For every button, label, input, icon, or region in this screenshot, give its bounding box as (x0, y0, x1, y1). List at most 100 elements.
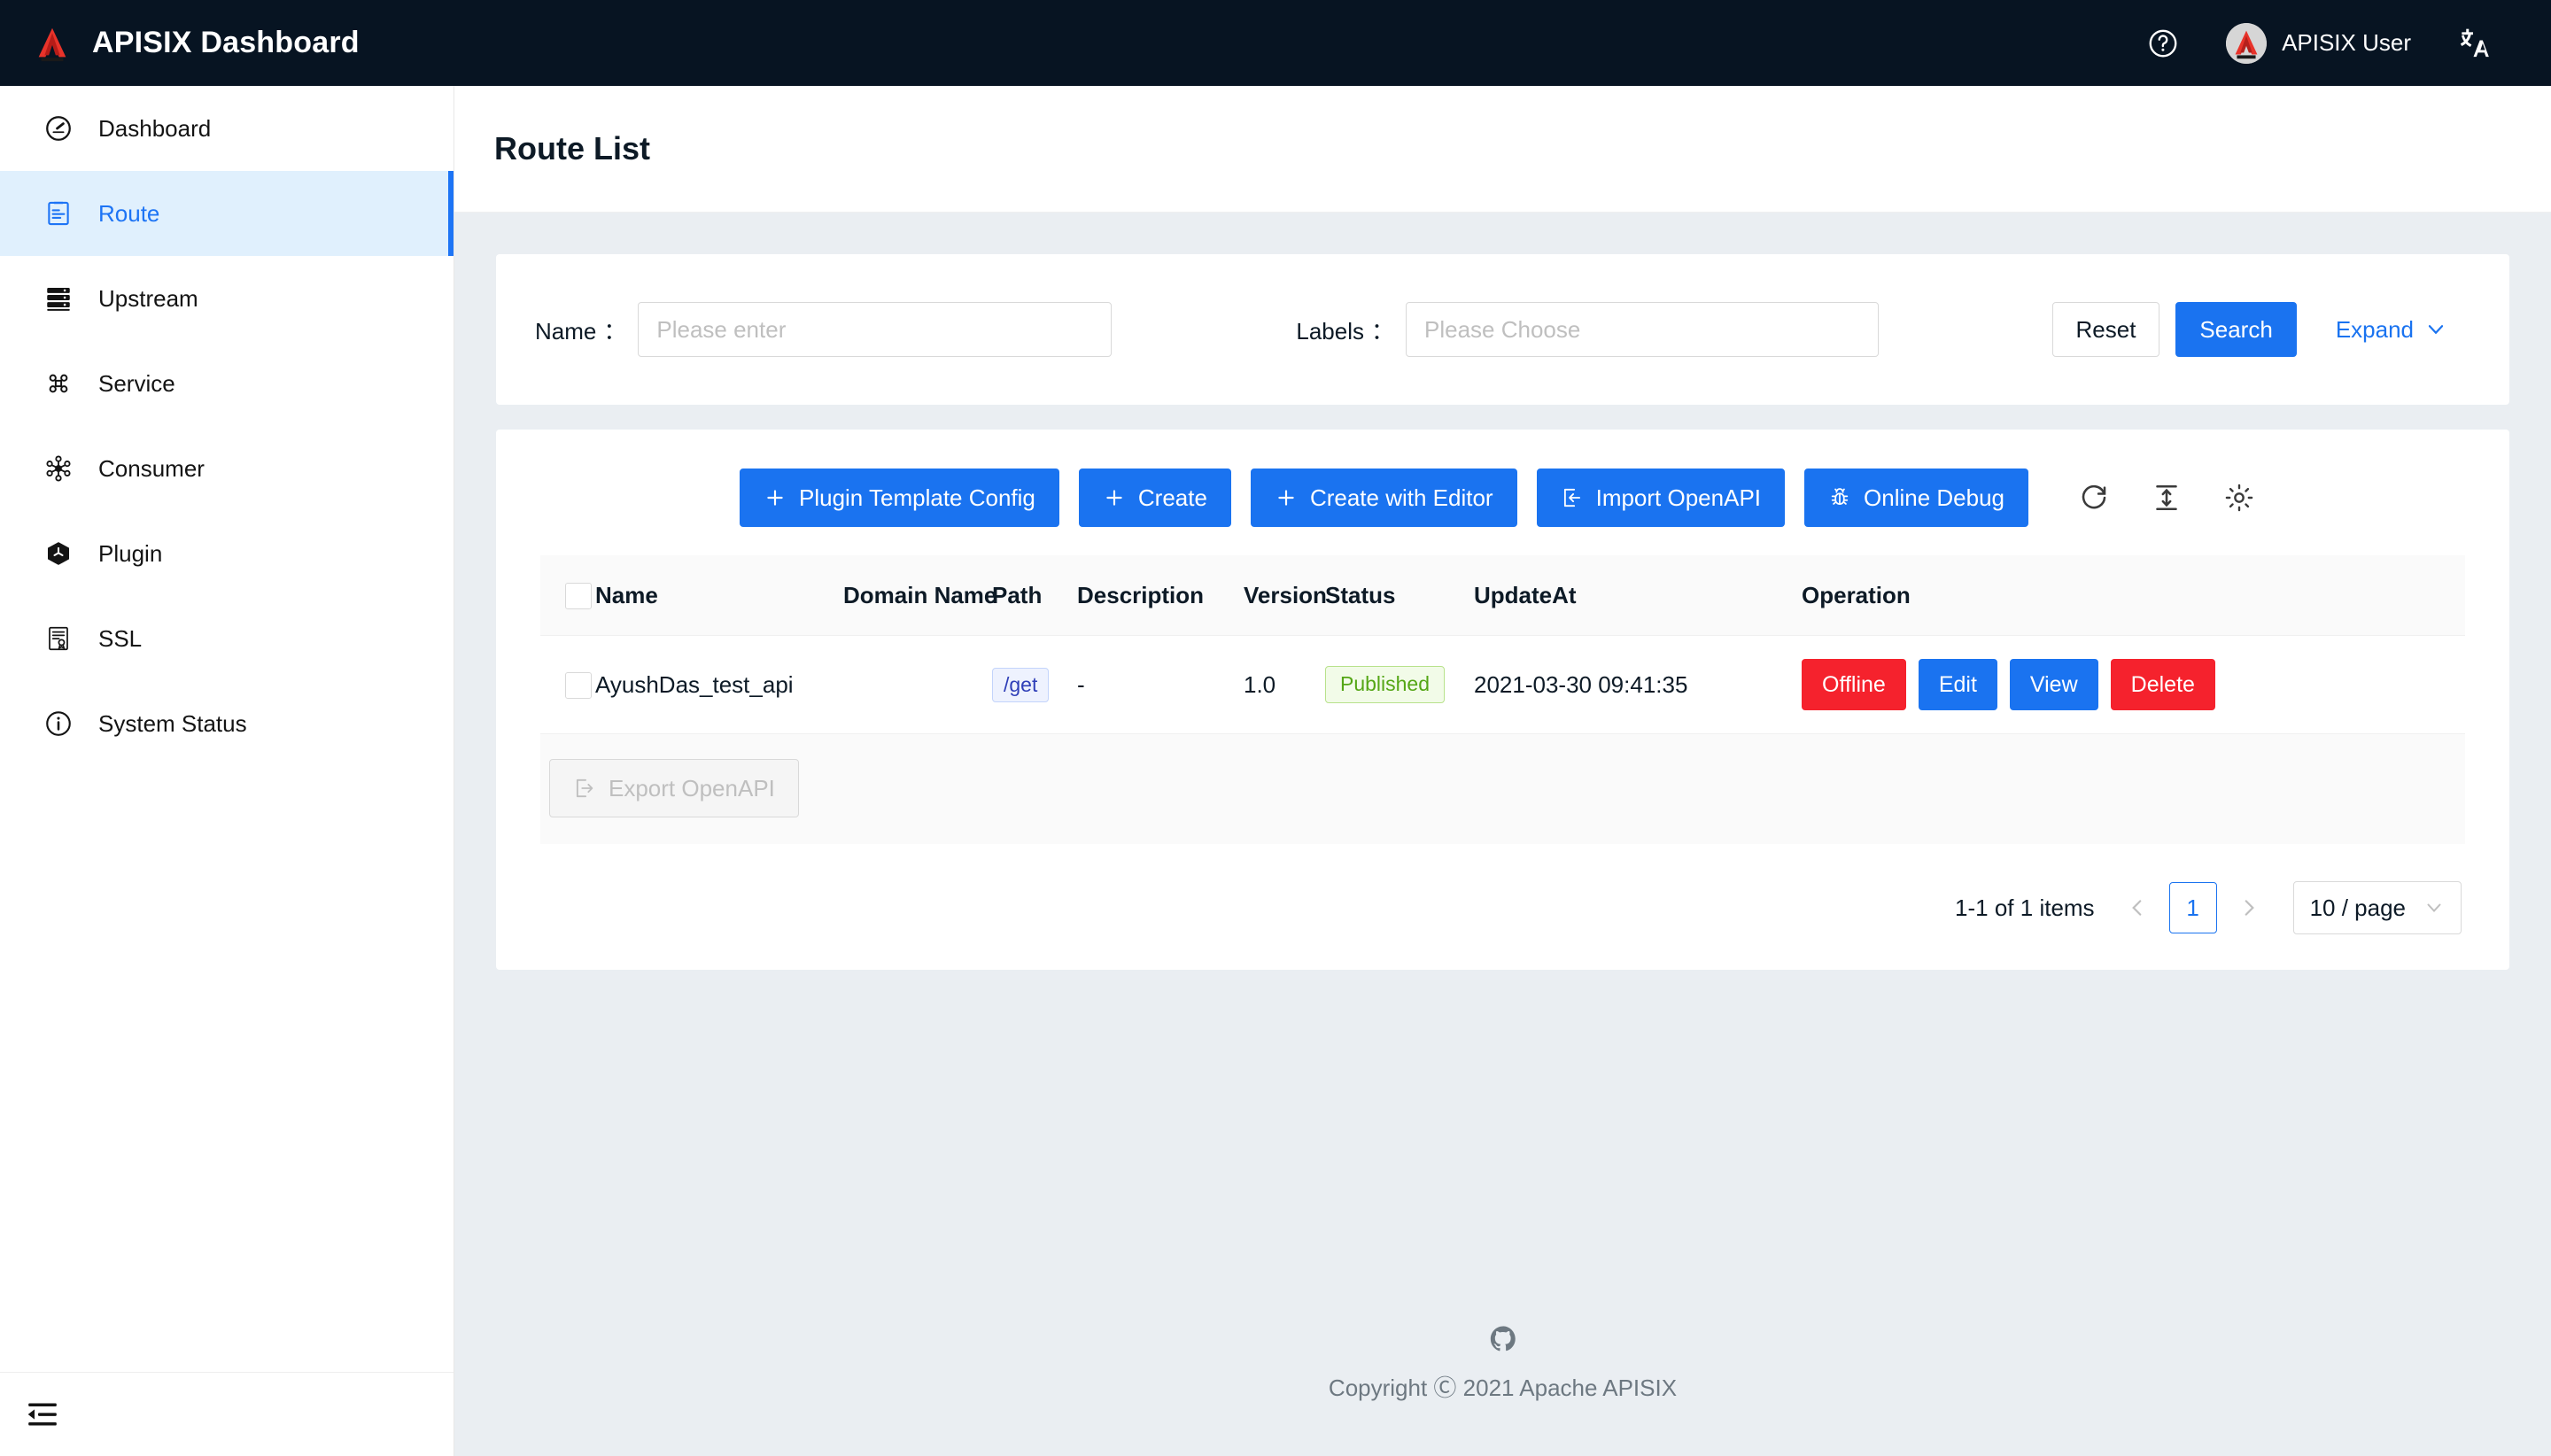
page-number-1[interactable]: 1 (2169, 882, 2217, 933)
view-button[interactable]: View (2010, 659, 2098, 710)
labels-label: Labels： (1296, 314, 1398, 346)
sidebar-item-upstream[interactable]: Upstream (0, 256, 454, 341)
create-with-editor-button[interactable]: Create with Editor (1251, 469, 1517, 527)
route-document-icon (43, 197, 74, 229)
column-header-path: Path (992, 555, 1077, 636)
github-icon[interactable] (1488, 1324, 1518, 1354)
page-size-selector[interactable]: 10 / page (2293, 881, 2462, 934)
sidebar-item-label: Upstream (98, 285, 198, 313)
chevron-right-icon[interactable] (2233, 882, 2265, 933)
button-label: Create (1138, 484, 1207, 512)
column-header-domain-name: Domain Name (843, 555, 992, 636)
cell-operations: Offline Edit View Delete (1802, 636, 2465, 734)
page-footer: Copyright Ⓒ 2021 Apache APISIX (454, 1324, 2551, 1403)
online-debug-button[interactable]: Online Debug (1804, 469, 2028, 527)
chevron-down-icon (2423, 897, 2445, 918)
user-menu[interactable]: APISIX User (2203, 23, 2434, 64)
sidebar-item-label: Route (98, 200, 159, 228)
sidebar-item-system-status[interactable]: System Status (0, 681, 454, 766)
brand[interactable]: APISIX Dashboard (0, 23, 360, 64)
table-footer-bar: Export OpenAPI (540, 734, 2465, 844)
pagination-total: 1-1 of 1 items (1955, 895, 2095, 922)
select-all-checkbox[interactable] (565, 583, 592, 609)
certificate-icon (43, 623, 74, 654)
reset-button[interactable]: Reset (2052, 302, 2160, 357)
menu-fold-icon[interactable] (25, 1397, 60, 1432)
create-button[interactable]: Create (1079, 469, 1231, 527)
plus-icon (1275, 486, 1298, 509)
table-header-row: Name Domain Name Path Description Versio… (540, 555, 2465, 636)
cell-name: AyushDas_test_api (595, 636, 843, 734)
button-label: Create with Editor (1310, 484, 1493, 512)
cell-path: /get (992, 636, 1077, 734)
column-header-status: Status (1325, 555, 1474, 636)
button-label: Import OpenAPI (1596, 484, 1761, 512)
cube-icon (43, 538, 74, 569)
cell-version: 1.0 (1244, 636, 1325, 734)
sidebar-item-label: Consumer (98, 455, 205, 483)
search-labels-input[interactable] (1406, 302, 1879, 357)
sidebar-item-ssl[interactable]: SSL (0, 596, 454, 681)
sidebar-item-service[interactable]: Service (0, 341, 454, 426)
export-icon (573, 777, 596, 800)
plus-icon (764, 486, 787, 509)
pagination: 1-1 of 1 items 1 10 / page (540, 844, 2465, 934)
sidebar-item-label: System Status (98, 710, 247, 738)
column-height-icon[interactable] (2144, 475, 2190, 521)
translate-icon (2457, 26, 2493, 61)
dashboard-gauge-icon (43, 112, 74, 144)
offline-button[interactable]: Offline (1802, 659, 1906, 710)
clover-command-icon (43, 368, 74, 399)
search-actions: Reset Search Expand (2052, 302, 2471, 357)
expand-toggle[interactable]: Expand (2313, 302, 2470, 357)
button-label: Plugin Template Config (799, 484, 1035, 512)
row-checkbox[interactable] (565, 672, 592, 699)
header-actions: APISIX User (2123, 0, 2551, 86)
sidebar-item-dashboard[interactable]: Dashboard (0, 86, 454, 171)
cell-update-at: 2021-03-30 09:41:35 (1474, 636, 1802, 734)
table-toolbar: Plugin Template Config Create (540, 469, 2465, 527)
sidebar-item-plugin[interactable]: Plugin (0, 511, 454, 596)
question-circle-icon (2146, 27, 2180, 60)
sidebar-item-route[interactable]: Route (0, 171, 454, 256)
plugin-template-config-button[interactable]: Plugin Template Config (740, 469, 1059, 527)
status-badge: Published (1325, 666, 1445, 703)
refresh-icon[interactable] (2071, 475, 2117, 521)
info-circle-icon (43, 708, 74, 740)
column-header-description: Description (1077, 555, 1244, 636)
chevron-left-icon[interactable] (2121, 882, 2153, 933)
search-button[interactable]: Search (2175, 302, 2296, 357)
routes-table: Name Domain Name Path Description Versio… (540, 555, 2465, 734)
page-title: Route List (494, 130, 650, 167)
bug-icon (1828, 486, 1851, 509)
button-label: Export OpenAPI (609, 775, 775, 802)
select-all-header (540, 555, 595, 636)
gear-icon[interactable] (2216, 475, 2262, 521)
table-row: AyushDas_test_api /get - 1.0 Published 2… (540, 636, 2465, 734)
chevron-down-icon (2424, 318, 2447, 341)
edit-button[interactable]: Edit (1919, 659, 1997, 710)
column-header-name: Name (595, 555, 843, 636)
labels-field-group: Labels： (1296, 302, 1879, 357)
language-button[interactable] (2434, 0, 2516, 86)
help-button[interactable] (2123, 0, 2203, 86)
page-header: Route List (454, 86, 2551, 213)
cell-description: - (1077, 636, 1244, 734)
main-content: Route List Name： Labels： Reset Search Ex… (454, 86, 2551, 1456)
column-header-update-at: UpdateAt (1474, 555, 1802, 636)
import-openapi-button[interactable]: Import OpenAPI (1537, 469, 1785, 527)
row-select-cell (540, 636, 595, 734)
column-header-version: Version (1244, 555, 1325, 636)
sidebar-item-label: Service (98, 370, 175, 398)
sidebar-footer (0, 1372, 454, 1456)
table-header: Name Domain Name Path Description Versio… (540, 555, 2465, 636)
export-openapi-button[interactable]: Export OpenAPI (549, 759, 799, 817)
delete-button[interactable]: Delete (2111, 659, 2215, 710)
sidebar-item-consumer[interactable]: Consumer (0, 426, 454, 511)
search-name-input[interactable] (638, 302, 1112, 357)
button-label: Online Debug (1864, 484, 2004, 512)
user-name: APISIX User (2282, 29, 2411, 57)
import-icon (1561, 486, 1584, 509)
table-body: AyushDas_test_api /get - 1.0 Published 2… (540, 636, 2465, 734)
apisix-logo-icon (32, 23, 73, 64)
